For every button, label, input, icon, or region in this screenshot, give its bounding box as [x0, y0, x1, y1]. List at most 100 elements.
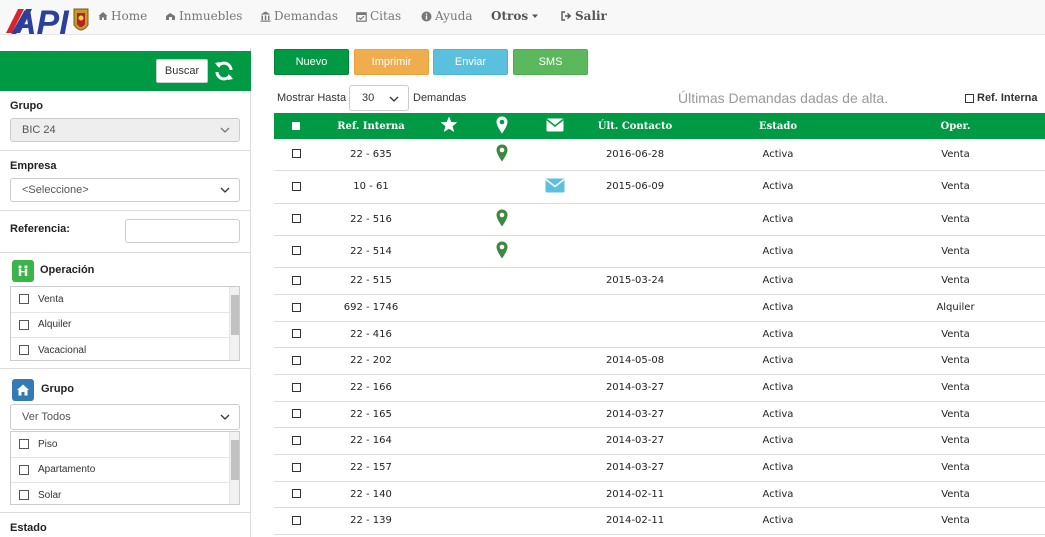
nav-citas[interactable]: Citas [356, 8, 401, 24]
scrollbar[interactable] [229, 432, 239, 504]
row-select-cell[interactable] [274, 235, 318, 268]
table-row[interactable]: 22 - 514 Activa Venta [274, 235, 1045, 268]
ref-cell[interactable]: 22 - 515 [318, 267, 424, 295]
row-select-cell[interactable] [274, 507, 318, 535]
nav-demandas[interactable]: Demandas [260, 8, 338, 24]
col-ult-contacto[interactable]: Últ. Contacto [580, 113, 690, 139]
table-row[interactable]: 692 - 1746 Activa Alquiler [274, 294, 1045, 322]
ref-cell[interactable]: 22 - 165 [318, 401, 424, 428]
ubicacion-cell[interactable] [474, 203, 530, 236]
list-item[interactable]: Vacacional [11, 338, 239, 360]
enviar-button[interactable]: Enviar [433, 49, 508, 75]
sms-button[interactable]: SMS [513, 49, 588, 75]
row-checkbox[interactable] [291, 329, 301, 338]
scrollbar[interactable] [229, 287, 239, 360]
email-cell[interactable] [530, 170, 580, 204]
table-row[interactable]: 22 - 157 2014-03-27 Activa Venta [274, 454, 1045, 482]
api-logo[interactable]: API [4, 3, 94, 42]
ubicacion-cell[interactable] [474, 139, 530, 171]
col-ubicacion[interactable] [474, 113, 530, 139]
list-item[interactable]: Apartamento [11, 458, 239, 483]
row-select-cell[interactable] [274, 427, 318, 455]
row-select-cell[interactable] [274, 454, 318, 482]
checkbox[interactable] [19, 490, 29, 501]
row-checkbox[interactable] [291, 275, 301, 285]
page-size-select[interactable]: 30 [349, 85, 409, 111]
nav-otros[interactable]: Otros [491, 8, 539, 24]
ref-cell[interactable]: 22 - 202 [318, 347, 424, 375]
row-checkbox[interactable] [291, 302, 301, 312]
row-select-cell[interactable] [274, 401, 318, 428]
ref-cell[interactable]: 10 - 61 [318, 170, 424, 204]
ref-cell[interactable]: 22 - 514 [318, 235, 424, 268]
table-row[interactable]: 10 - 61 2015-06-09 Activa Venta [274, 170, 1045, 204]
table-row[interactable]: 22 - 416 Activa Venta [274, 321, 1045, 348]
referencia-input[interactable] [125, 219, 240, 243]
refresh-icon[interactable] [212, 59, 236, 83]
nuevo-button[interactable]: Nuevo [274, 49, 349, 75]
checkbox[interactable] [19, 439, 29, 450]
row-checkbox[interactable] [291, 382, 301, 392]
ref-interna-toggle[interactable]: Ref. Interna [965, 92, 1038, 104]
row-checkbox[interactable] [291, 181, 301, 191]
ref-cell[interactable]: 22 - 139 [318, 507, 424, 535]
row-checkbox[interactable] [291, 246, 301, 255]
col-favorito[interactable] [424, 113, 474, 139]
list-item[interactable]: Piso [11, 432, 239, 458]
buscar-button[interactable]: Buscar [156, 59, 208, 83]
row-select-cell[interactable] [274, 321, 318, 348]
imprimir-button[interactable]: Imprimir [354, 49, 429, 75]
scrollbar-thumb[interactable] [231, 295, 239, 335]
row-select-cell[interactable] [274, 294, 318, 322]
checkbox[interactable] [19, 345, 29, 356]
row-select-cell[interactable] [274, 203, 318, 236]
nav-salir[interactable]: Salir [561, 8, 607, 24]
map-marker-icon[interactable] [496, 209, 508, 227]
row-checkbox[interactable] [291, 462, 301, 472]
ref-cell[interactable]: 22 - 157 [318, 454, 424, 482]
col-email[interactable] [530, 113, 580, 139]
map-marker-icon[interactable] [496, 241, 508, 259]
ubicacion-cell[interactable] [474, 235, 530, 268]
table-row[interactable]: 22 - 140 2014-02-11 Activa Venta [274, 481, 1045, 508]
ref-cell[interactable]: 22 - 516 [318, 203, 424, 236]
col-ref-interna[interactable]: Ref. Interna [318, 113, 424, 139]
row-checkbox[interactable] [291, 214, 301, 223]
select-all-checkbox[interactable] [292, 122, 300, 130]
col-estado[interactable]: Estado [690, 113, 866, 139]
map-marker-icon[interactable] [496, 144, 508, 162]
row-checkbox[interactable] [291, 355, 301, 365]
list-item[interactable]: Alquiler [11, 313, 239, 338]
checkbox[interactable] [965, 93, 974, 103]
row-select-cell[interactable] [274, 170, 318, 204]
row-select-cell[interactable] [274, 374, 318, 402]
nav-home[interactable]: Home [98, 8, 147, 24]
ref-cell[interactable]: 22 - 164 [318, 427, 424, 455]
table-row[interactable]: 22 - 139 2014-02-11 Activa Venta [274, 507, 1045, 535]
row-checkbox[interactable] [291, 409, 301, 418]
grupo-select[interactable]: BIC 24 [10, 118, 240, 142]
table-row[interactable]: 22 - 166 2014-03-27 Activa Venta [274, 374, 1045, 402]
table-row[interactable]: 22 - 635 2016-06-28 Activa Venta [274, 139, 1045, 171]
table-row[interactable]: 22 - 202 2014-05-08 Activa Venta [274, 347, 1045, 375]
row-select-cell[interactable] [274, 347, 318, 375]
ref-cell[interactable]: 22 - 140 [318, 481, 424, 508]
empresa-select[interactable]: <Seleccione> [10, 178, 240, 202]
ref-cell[interactable]: 22 - 416 [318, 321, 424, 348]
checkbox[interactable] [19, 464, 29, 475]
table-row[interactable]: 22 - 516 Activa Venta [274, 203, 1045, 236]
row-checkbox[interactable] [291, 489, 301, 498]
col-oper[interactable]: Oper. [866, 113, 1045, 139]
scrollbar-thumb[interactable] [231, 440, 239, 480]
nav-inmuebles[interactable]: Inmuebles [165, 8, 242, 24]
row-checkbox[interactable] [291, 149, 301, 159]
row-select-cell[interactable] [274, 481, 318, 508]
checkbox[interactable] [19, 294, 29, 305]
ref-cell[interactable]: 692 - 1746 [318, 294, 424, 322]
list-item[interactable]: Solar [11, 483, 239, 504]
ref-cell[interactable]: 22 - 166 [318, 374, 424, 402]
row-select-cell[interactable] [274, 267, 318, 295]
table-row[interactable]: 22 - 515 2015-03-24 Activa Venta [274, 267, 1045, 295]
select-all-cell[interactable] [274, 113, 318, 139]
row-checkbox[interactable] [291, 515, 301, 525]
